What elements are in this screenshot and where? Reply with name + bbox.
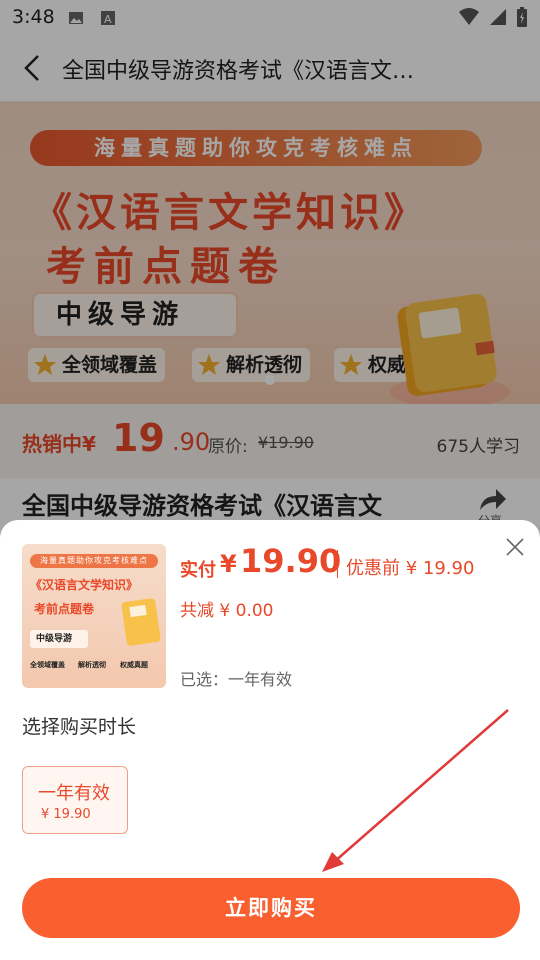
close-icon	[506, 538, 524, 556]
thumb-level: 中级导游	[30, 630, 88, 648]
purchase-sheet: 海量真题助你攻克考核难点 《汉语言文学知识》 考前点题卷 中级导游 全领域覆盖 …	[0, 520, 540, 960]
duration-label: 选择购买时长	[22, 716, 137, 738]
thumb-feature: 全领域覆盖	[30, 661, 65, 669]
paid-label: 实付	[180, 560, 216, 581]
course-thumbnail: 海量真题助你攻克考核难点 《汉语言文学知识》 考前点题卷 中级导游 全领域覆盖 …	[22, 544, 166, 688]
duration-option-name: 一年有效	[38, 783, 110, 804]
close-button[interactable]	[504, 536, 526, 558]
price-divider	[337, 550, 338, 578]
duration-option-price: ¥ 19.90	[41, 807, 91, 822]
thumb-title-line1: 《汉语言文学知识》	[30, 578, 139, 592]
thumb-feature: 权威真题	[120, 661, 148, 669]
paid-price: 19.90	[240, 542, 342, 580]
book-illustration	[121, 598, 161, 646]
selected-option: 已选：一年有效	[180, 670, 293, 689]
price-before-discount: 优惠前 ¥ 19.90	[346, 558, 475, 579]
duration-option-one-year[interactable]: 一年有效 ¥ 19.90	[22, 766, 128, 834]
buy-now-button[interactable]: 立即购买	[22, 878, 520, 938]
thumb-slogan: 海量真题助你攻克考核难点	[30, 554, 158, 568]
thumb-title-line2: 考前点题卷	[34, 602, 95, 616]
thumb-feature: 解析透彻	[78, 661, 106, 669]
total-discount: 共减 ¥ 0.00	[180, 601, 274, 621]
paid-currency: ¥	[220, 550, 237, 578]
